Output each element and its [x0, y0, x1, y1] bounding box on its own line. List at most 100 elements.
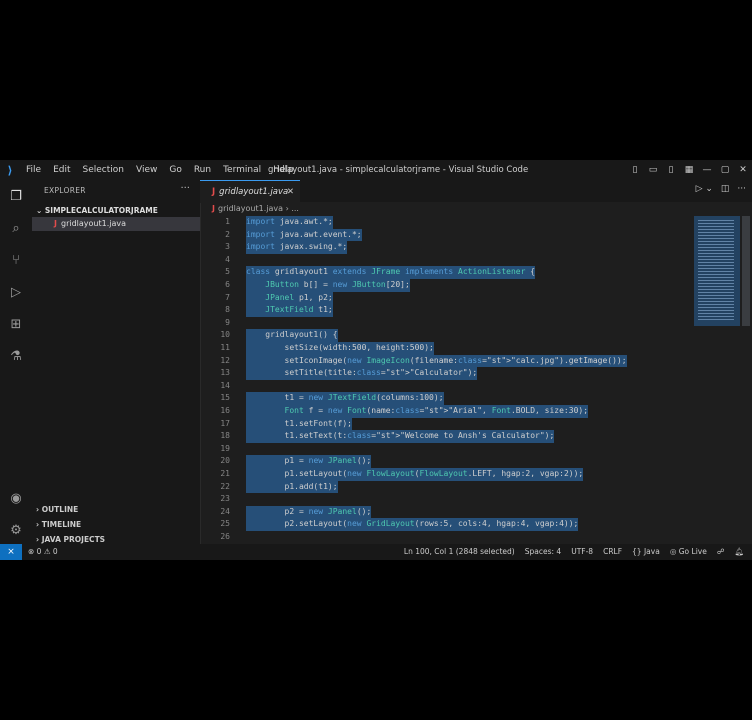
menu-run[interactable]: Run	[188, 165, 217, 175]
outline-section[interactable]: › OUTLINE	[36, 505, 78, 514]
code-line[interactable]: 23	[200, 493, 690, 506]
code-line[interactable]: 10 gridlayout1() {	[200, 329, 690, 342]
maximize-button[interactable]: ▢	[720, 165, 730, 175]
layout-icon[interactable]: ▦	[684, 165, 694, 175]
file-item-gridlayout1[interactable]: Jgridlayout1.java	[32, 217, 200, 231]
code-line[interactable]: 16 Font f = new Font(name:class="st">"Ar…	[200, 405, 690, 418]
line-number[interactable]: 21	[200, 468, 230, 481]
workspace-folder[interactable]: ⌄ SIMPLECALCULATORJRAME	[36, 206, 158, 215]
line-number[interactable]: 25	[200, 518, 230, 531]
explorer-more-icon[interactable]: ···	[180, 183, 190, 194]
code-line[interactable]: 21 p1.setLayout(new FlowLayout(FlowLayou…	[200, 468, 690, 481]
minimize-button[interactable]: —	[702, 165, 712, 175]
code-line[interactable]: 7 JPanel p1, p2;	[200, 291, 690, 305]
code-line[interactable]: 20 p1 = new JPanel();	[200, 455, 690, 468]
code-line[interactable]: 8 JTextField t1;	[200, 304, 690, 317]
more-actions-icon[interactable]: ···	[737, 184, 746, 194]
line-number[interactable]: 14	[200, 380, 230, 393]
menu-edit[interactable]: Edit	[47, 165, 76, 175]
line-number[interactable]: 15	[200, 392, 230, 405]
code-line[interactable]: 19	[200, 443, 690, 456]
line-number[interactable]: 11	[200, 342, 230, 355]
code-line[interactable]: 6 JButton b[] = new JButton[20];	[200, 279, 690, 292]
code-line[interactable]: 5 class gridlayout1 extends JFrame implem…	[200, 266, 690, 279]
code-line[interactable]: 24 p2 = new JPanel();	[200, 505, 690, 519]
extensions-icon[interactable]: ⊞	[6, 314, 26, 334]
close-window-button[interactable]: ✕	[738, 165, 748, 175]
menu-selection[interactable]: Selection	[77, 165, 130, 175]
line-number[interactable]: 22	[200, 481, 230, 494]
breadcrumb-file[interactable]: gridlayout1.java	[218, 204, 283, 213]
code-line[interactable]: 3 import javax.swing.*;	[200, 241, 690, 254]
line-number[interactable]: 24	[200, 506, 230, 519]
language-mode[interactable]: {} Java	[632, 544, 660, 560]
notifications-bell-icon[interactable]: 🔔︎	[734, 544, 744, 560]
toggle-panel-icon[interactable]: ▭	[648, 165, 658, 175]
line-number[interactable]: 4	[200, 254, 230, 267]
code-line[interactable]: 25 p2.setLayout(new GridLayout(rows:5, c…	[200, 518, 690, 531]
line-number[interactable]: 19	[200, 443, 230, 456]
minimap[interactable]	[698, 220, 734, 320]
line-number[interactable]: 7	[200, 292, 230, 305]
settings-gear-icon[interactable]: ⚙	[6, 520, 26, 540]
code-line[interactable]: 2 import java.awt.event.*;	[200, 228, 690, 242]
code-line[interactable]: 12 setIconImage(new ImageIcon(filename:c…	[200, 354, 690, 368]
cursor-position[interactable]: Ln 100, Col 1 (2848 selected)	[404, 544, 515, 560]
split-editor-icon[interactable]: ◫	[721, 184, 730, 194]
code-line[interactable]: 18 t1.setText(t:class="st">"Welcome to A…	[200, 430, 690, 443]
line-number[interactable]: 23	[200, 493, 230, 506]
line-number[interactable]: 16	[200, 405, 230, 418]
tab-gridlayout1[interactable]: Jgridlayout1.java ✕	[200, 180, 300, 203]
java-projects-section[interactable]: › JAVA PROJECTS	[36, 535, 105, 544]
toggle-sidebar-icon[interactable]: ▯	[630, 165, 640, 175]
line-number[interactable]: 2	[200, 229, 230, 242]
code-line[interactable]: 17 t1.setFont(f);	[200, 417, 690, 431]
line-number[interactable]: 26	[200, 531, 230, 544]
code-line[interactable]: 11 setSize(width:500, height:500);	[200, 342, 690, 355]
line-number[interactable]: 12	[200, 355, 230, 368]
code-line[interactable]: 4	[200, 254, 690, 267]
code-line[interactable]: 26	[200, 531, 690, 544]
vscode-logo-icon[interactable]: ⟩	[0, 160, 20, 180]
code-line[interactable]: 15 t1 = new JTextField(columns:100);	[200, 392, 690, 405]
line-number[interactable]: 10	[200, 329, 230, 342]
code-line[interactable]: 9	[200, 317, 690, 330]
accounts-icon[interactable]: ☍	[717, 544, 725, 560]
account-icon[interactable]: ◉	[6, 488, 26, 508]
testing-icon[interactable]: ⚗	[6, 346, 26, 366]
go-live-button[interactable]: ◎ Go Live	[670, 544, 707, 560]
menu-file[interactable]: File	[20, 165, 47, 175]
indentation[interactable]: Spaces: 4	[525, 544, 561, 560]
close-tab-icon[interactable]: ✕	[287, 181, 294, 203]
remote-indicator-icon[interactable]: ⨯	[0, 544, 22, 560]
line-number[interactable]: 13	[200, 367, 230, 380]
code-line[interactable]: 13 setTitle(title:class="st">"Calculator…	[200, 367, 690, 380]
line-number[interactable]: 20	[200, 455, 230, 468]
code-line[interactable]: 14	[200, 380, 690, 393]
line-number[interactable]: 6	[200, 279, 230, 292]
line-number[interactable]: 18	[200, 430, 230, 443]
encoding[interactable]: UTF-8	[571, 544, 593, 560]
timeline-section[interactable]: › TIMELINE	[36, 520, 81, 529]
menu-go[interactable]: Go	[163, 165, 187, 175]
code-editor[interactable]: 1 import java.awt.*; 2 import java.awt.even…	[200, 216, 690, 546]
explorer-icon[interactable]: ❐	[6, 186, 26, 206]
search-icon[interactable]: ⌕	[6, 218, 26, 238]
vertical-scrollbar[interactable]	[742, 216, 750, 326]
line-number[interactable]: 5	[200, 266, 230, 279]
line-ending[interactable]: CRLF	[603, 544, 622, 560]
menu-view[interactable]: View	[130, 165, 163, 175]
run-icon[interactable]: ▷ ⌄	[696, 184, 713, 194]
menu-terminal[interactable]: Terminal	[217, 165, 267, 175]
line-number[interactable]: 17	[200, 418, 230, 431]
line-number[interactable]: 3	[200, 241, 230, 254]
toggle-secondary-sidebar-icon[interactable]: ▯	[666, 165, 676, 175]
source-control-icon[interactable]: ⑂	[6, 250, 26, 270]
run-debug-icon[interactable]: ▷	[6, 282, 26, 302]
breadcrumb-more[interactable]: ...	[291, 204, 299, 213]
line-number[interactable]: 1	[200, 216, 230, 229]
line-number[interactable]: 9	[200, 317, 230, 330]
problems-indicator[interactable]: ⊗ 0 ⚠ 0	[28, 544, 58, 560]
code-line[interactable]: 22 p1.add(t1);	[200, 480, 690, 494]
code-line[interactable]: 1 import java.awt.*;	[200, 216, 690, 229]
